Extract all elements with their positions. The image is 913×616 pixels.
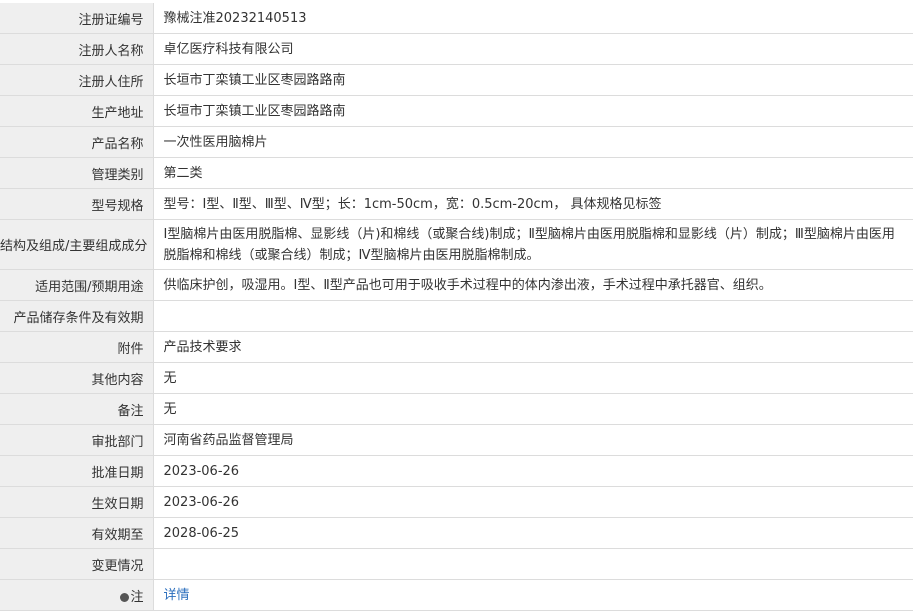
table-row: 产品名称 一次性医用脑棉片	[0, 126, 913, 158]
field-value: 第二类	[153, 157, 913, 189]
field-label: 注册证编号	[0, 3, 154, 34]
table-row: 注册证编号 豫械注准20232140513	[0, 3, 913, 34]
table-row: 备注 无	[0, 393, 913, 425]
field-label: 产品储存条件及有效期	[0, 300, 154, 332]
field-label: 批准日期	[0, 455, 154, 487]
field-value: 无	[153, 362, 913, 394]
field-value	[153, 300, 913, 332]
note-label: 注	[130, 589, 144, 605]
note-value-cell: 详情	[153, 579, 913, 611]
table-row: 审批部门 河南省药品监督管理局	[0, 424, 913, 456]
field-value: 卓亿医疗科技有限公司	[153, 33, 913, 65]
pin-icon	[120, 592, 130, 602]
table-row: 生产地址 长垣市丁栾镇工业区枣园路路南	[0, 95, 913, 127]
field-value: 无	[153, 393, 913, 425]
field-value: 2028-06-25	[153, 517, 913, 549]
field-label: 生效日期	[0, 486, 154, 518]
field-label: 生产地址	[0, 95, 154, 127]
field-value: 2023-06-26	[153, 486, 913, 518]
field-label: 有效期至	[0, 517, 154, 549]
field-value: 产品技术要求	[153, 331, 913, 363]
field-label: 备注	[0, 393, 154, 425]
field-label: 管理类别	[0, 157, 154, 189]
field-value: 型号：Ⅰ型、Ⅱ型、Ⅲ型、Ⅳ型；长：1cm-50cm，宽：0.5cm-20cm， …	[153, 188, 913, 220]
field-label: 注册人名称	[0, 33, 154, 65]
field-value: 2023-06-26	[153, 455, 913, 487]
note-row: 注 详情	[0, 579, 913, 611]
table-row: 生效日期 2023-06-26	[0, 486, 913, 518]
field-value: Ⅰ型脑棉片由医用脱脂棉、显影线（片)和棉线（或聚合线)制成；Ⅱ型脑棉片由医用脱脂…	[153, 219, 913, 270]
field-label: 变更情况	[0, 548, 154, 580]
table-row: 产品储存条件及有效期	[0, 300, 913, 332]
field-label: 适用范围/预期用途	[0, 269, 154, 301]
table-row: 适用范围/预期用途 供临床护创，吸湿用。Ⅰ型、Ⅱ型产品也可用于吸收手术过程中的体…	[0, 269, 913, 301]
table-row: 注册人住所 长垣市丁栾镇工业区枣园路路南	[0, 64, 913, 96]
table-row: 变更情况	[0, 548, 913, 580]
registration-detail-table: 注册证编号 豫械注准20232140513 注册人名称 卓亿医疗科技有限公司 注…	[0, 3, 913, 611]
field-label: 附件	[0, 331, 154, 363]
table-row: 结构及组成/主要组成成分 Ⅰ型脑棉片由医用脱脂棉、显影线（片)和棉线（或聚合线)…	[0, 219, 913, 270]
field-label: 审批部门	[0, 424, 154, 456]
table-row: 注册人名称 卓亿医疗科技有限公司	[0, 33, 913, 65]
field-value	[153, 548, 913, 580]
table-row: 其他内容 无	[0, 362, 913, 394]
field-value: 豫械注准20232140513	[153, 3, 913, 34]
table-row: 型号规格 型号：Ⅰ型、Ⅱ型、Ⅲ型、Ⅳ型；长：1cm-50cm，宽：0.5cm-2…	[0, 188, 913, 220]
note-label-cell: 注	[0, 579, 154, 611]
table-row: 批准日期 2023-06-26	[0, 455, 913, 487]
field-label: 结构及组成/主要组成成分	[0, 219, 154, 270]
field-label: 注册人住所	[0, 64, 154, 96]
table-row: 有效期至 2028-06-25	[0, 517, 913, 549]
field-value: 一次性医用脑棉片	[153, 126, 913, 158]
field-label: 产品名称	[0, 126, 154, 158]
field-value: 河南省药品监督管理局	[153, 424, 913, 456]
field-value: 长垣市丁栾镇工业区枣园路路南	[153, 95, 913, 127]
field-label: 其他内容	[0, 362, 154, 394]
table-row: 管理类别 第二类	[0, 157, 913, 189]
field-value: 长垣市丁栾镇工业区枣园路路南	[153, 64, 913, 96]
field-label: 型号规格	[0, 188, 154, 220]
field-value: 供临床护创，吸湿用。Ⅰ型、Ⅱ型产品也可用于吸收手术过程中的体内渗出液，手术过程中…	[153, 269, 913, 301]
table-row: 附件 产品技术要求	[0, 331, 913, 363]
details-link[interactable]: 详情	[164, 588, 190, 603]
